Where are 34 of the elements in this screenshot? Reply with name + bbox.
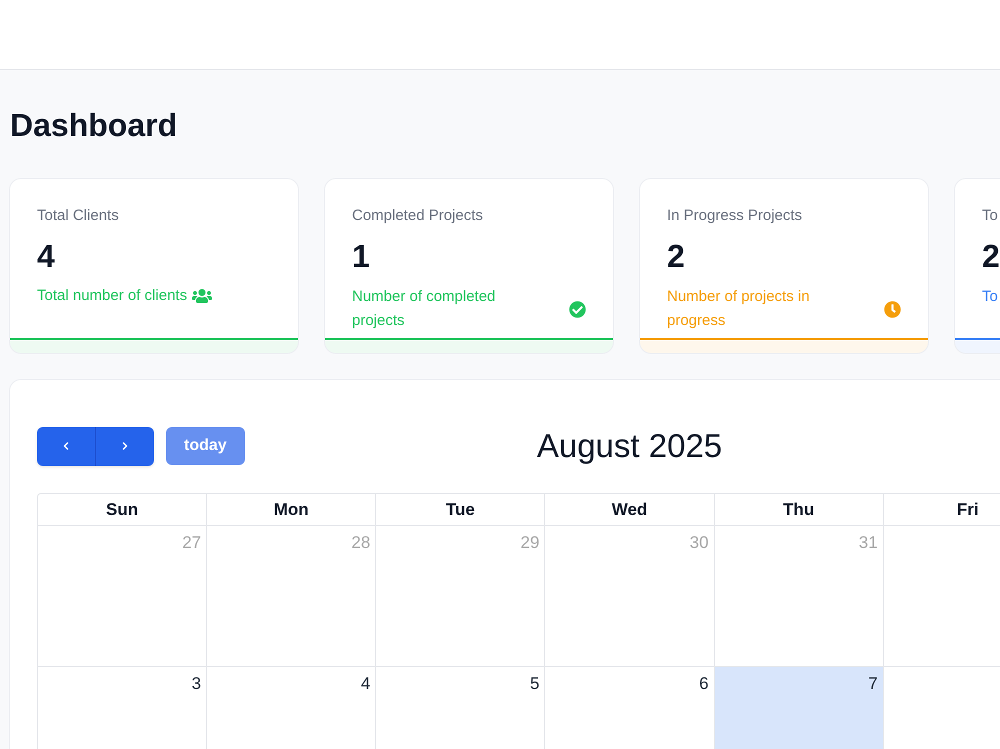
stat-title: In Progress Projects — [667, 206, 804, 226]
stat-value: 2 — [982, 238, 1000, 274]
day-number: 7 — [868, 674, 878, 694]
page-title: Dashboard — [9, 106, 178, 145]
day-number: 31 — [858, 533, 878, 553]
stat-title: Completed Projects — [352, 206, 484, 226]
stat-value: 2 — [667, 238, 686, 274]
calendar-title: August 2025 — [536, 426, 722, 466]
calendar-day-cell[interactable]: 31 — [714, 526, 884, 667]
stat-value: 4 — [37, 238, 56, 274]
day-number: 28 — [351, 533, 370, 553]
day-number: 6 — [699, 674, 709, 694]
previous-button[interactable] — [37, 426, 95, 466]
day-number: 3 — [192, 674, 202, 694]
day-number: 27 — [182, 533, 202, 553]
calendar-day-cell[interactable]: 7 — [714, 667, 884, 749]
stat-description: Total number of clients — [37, 286, 188, 306]
users-icon — [192, 288, 212, 304]
calendar-day-cell[interactable]: 29 — [376, 526, 546, 667]
day-number: 29 — [520, 533, 540, 553]
stat-value: 1 — [352, 238, 371, 274]
stat-description: Number of projects in progress — [667, 288, 810, 329]
day-number: 30 — [690, 533, 709, 553]
stat-title: Total Clients — [37, 206, 120, 226]
day-number: 5 — [530, 674, 540, 694]
calendar-day-cell[interactable]: 30 — [545, 526, 715, 667]
next-button[interactable] — [95, 426, 154, 466]
stat-title: To — [982, 206, 999, 226]
clock-icon — [884, 300, 901, 318]
stat-description: Number of completed projects — [352, 288, 496, 329]
stat-description: To — [982, 288, 998, 305]
calendar-day-cell[interactable]: 27 — [38, 526, 208, 667]
day-number: 4 — [360, 674, 370, 694]
calendar-day-cell[interactable]: 28 — [207, 526, 376, 667]
